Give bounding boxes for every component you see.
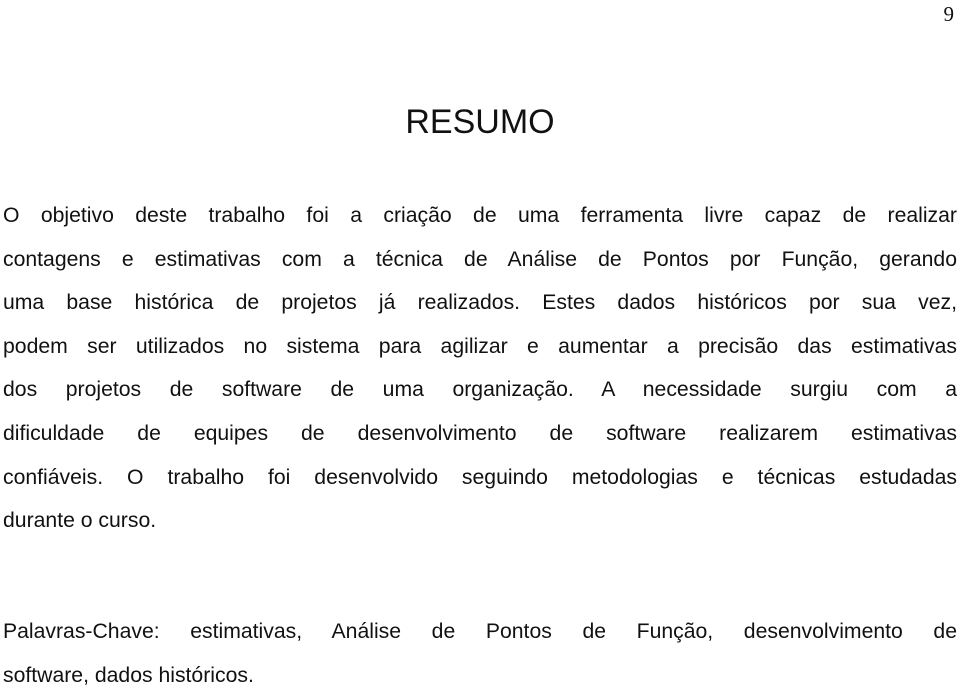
keywords-paragraph: Palavras-Chave: estimativas, Análise de …	[3, 610, 957, 697]
abstract-line: dificuldade de equipes de desenvolviment…	[3, 421, 957, 445]
abstract-line: contagens e estimativas com a técnica de…	[3, 247, 957, 271]
abstract-line: uma base histórica de projetos já realiz…	[3, 291, 957, 315]
keywords-line: Palavras-Chave: estimativas, Análise de …	[3, 620, 957, 643]
abstract-paragraph: O objetivo deste trabalho foi a criação …	[3, 194, 957, 543]
page-title: RESUMO	[405, 103, 555, 141]
page-number: 9	[943, 2, 955, 26]
abstract-line: durante o curso.	[3, 509, 157, 533]
abstract-line: podem ser utilizados no sistema para agi…	[3, 334, 957, 358]
abstract-line: dos projetos de software de uma organiza…	[3, 378, 957, 402]
abstract-line: O objetivo deste trabalho foi a criação …	[3, 204, 957, 227]
keywords-line: software, dados históricos.	[3, 663, 254, 687]
abstract-line: confiáveis. O trabalho foi desenvolvido …	[3, 465, 957, 489]
